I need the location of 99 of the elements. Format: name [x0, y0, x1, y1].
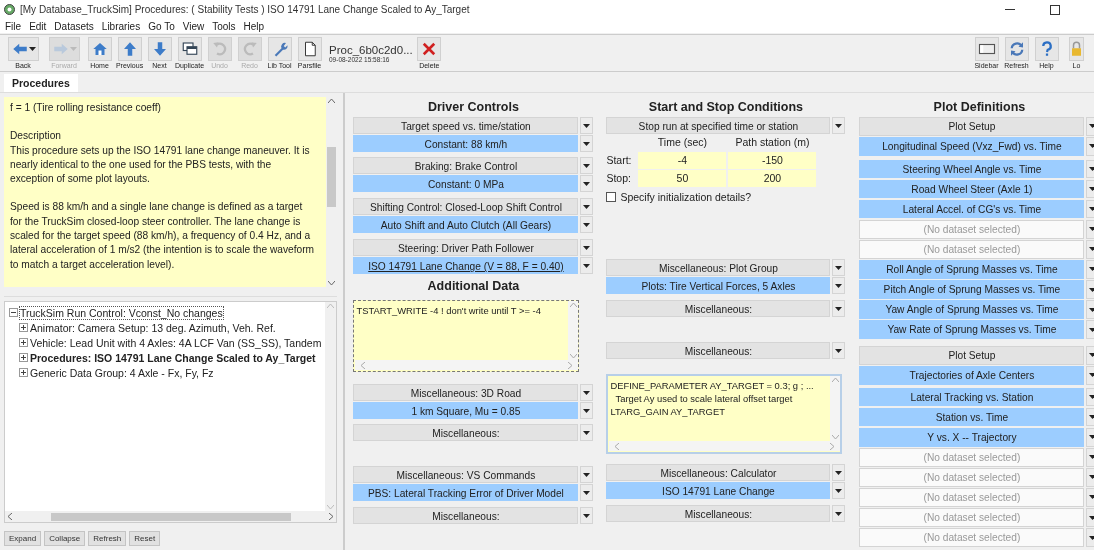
- dropdown-arrow-icon: [1089, 495, 1094, 500]
- expand-icon[interactable]: [19, 368, 28, 377]
- text-area[interactable]: TSTART_WRITE -4 ! don't write until T >= -4: [353, 300, 580, 372]
- dropdown-arrow-icon: [583, 141, 591, 146]
- dropdown-arrow-icon: [1089, 373, 1094, 378]
- window-title: [My Database_TruckSim] Procedures: ( Stability Tests ) ISO 14791 Lane Change Scaled to Ay_Target: [20, 4, 471, 15]
- dropdown-arrow-icon: [1089, 307, 1094, 312]
- maximize-icon[interactable]: [1050, 4, 1060, 15]
- dropdown-arrow-icon: [1089, 247, 1094, 252]
- dropdown-arrow-icon: [583, 222, 591, 227]
- dropdown-arrow-icon: [835, 470, 843, 475]
- dropdown-arrow-icon: [835, 265, 843, 270]
- dropdown-arrow-icon: [1089, 395, 1094, 399]
- caret-icon: [28, 47, 36, 51]
- input-field[interactable]: -4: [638, 152, 727, 169]
- section-heading: Start and Stop Conditions: [647, 99, 804, 116]
- dropdown-arrow-icon: [835, 283, 843, 288]
- dropdown-arrow-icon: [1089, 515, 1094, 520]
- dropdown-arrow-icon: [583, 245, 591, 250]
- input-field[interactable]: -150: [728, 152, 817, 169]
- tree-button[interactable]: Collapse: [44, 531, 86, 546]
- dropdown-arrow-icon: [583, 490, 591, 495]
- notes-text: Description This procedure sets up the ISO 14791 lane change maneuver. It is nearly identical to the one used for the PBS tests, with the exception of some plot layouts.: [10, 129, 311, 187]
- row-label: Start:: [606, 153, 633, 168]
- tree-item[interactable]: Vehicle: Lead Unit with 4 Axles: 4A LCF Van (SS_SS), Tandem: [30, 336, 322, 349]
- dropdown-arrow-icon: [1089, 167, 1094, 171]
- section-heading: Plot Definitions: [932, 99, 1027, 116]
- dropdown-arrow-icon: [835, 348, 843, 353]
- section-heading: Additional Data: [426, 278, 521, 295]
- expand-icon[interactable]: [19, 323, 28, 332]
- dropdown-arrow-icon: [1089, 287, 1094, 292]
- dropdown-arrow-icon: [583, 408, 591, 413]
- scrollbar[interactable]: [568, 301, 579, 360]
- dropdown-arrow-icon: [1089, 207, 1094, 212]
- tab[interactable]: Procedures: [4, 74, 78, 92]
- checkbox-icon[interactable]: [606, 191, 617, 202]
- scrollbar[interactable]: [5, 511, 337, 522]
- caret-icon: [69, 47, 77, 51]
- row-label: Stop:: [606, 171, 632, 186]
- menu-item[interactable]: Libraries: [101, 20, 141, 32]
- collapse-icon[interactable]: [9, 308, 18, 317]
- section-heading: Driver Controls: [426, 99, 520, 116]
- tree-item[interactable]: Procedures: ISO 14791 Lane Change Scaled to Ay_Target: [30, 351, 316, 364]
- menu-item[interactable]: Edit: [29, 20, 47, 32]
- dropdown-arrow-icon: [1089, 267, 1094, 272]
- dropdown-arrow-icon: [583, 513, 591, 518]
- dropdown-arrow-icon: [835, 511, 843, 516]
- dropdown-arrow-icon: [1089, 327, 1094, 332]
- tree-button[interactable]: Refresh: [88, 531, 127, 546]
- dropdown-arrow-icon: [583, 390, 591, 395]
- menu-item[interactable]: Go To: [148, 20, 175, 32]
- dropdown-arrow-icon: [1089, 415, 1094, 420]
- app-icon: [4, 4, 15, 15]
- dropdown-arrow-icon: [583, 181, 591, 186]
- tree-item[interactable]: Generic Data Group: 4 Axle - Fx, Fy, Fz: [30, 366, 214, 379]
- menu-item[interactable]: Tools: [212, 20, 236, 32]
- dropdown-arrow-icon: [1089, 227, 1094, 232]
- dropdown-arrow-icon: [583, 472, 591, 477]
- dropdown-arrow-icon: [1089, 144, 1094, 149]
- lock-icon: [1072, 40, 1081, 58]
- dropdown-arrow-icon: [583, 263, 591, 268]
- notes-text: Speed is 88 km/h and a single lane change is defined as a target for the TruckSim closed-loop steer controller. The lane change is scaled for the target speed (88 km/h), a frequency of 0.4 Hz, and a lateral acceleration of 1 m/s2 (the intention is to scale the waveform to match a target acceleration level).: [10, 200, 315, 272]
- expand-icon[interactable]: [19, 353, 28, 362]
- column-header: Time (sec): [656, 135, 709, 150]
- tree-item[interactable]: TruckSim Run Control: Vconst_No changes: [20, 306, 223, 319]
- menu-item[interactable]: Datasets: [54, 20, 94, 32]
- dropdown-arrow-icon: [583, 123, 591, 128]
- minimize-icon[interactable]: [1005, 8, 1015, 11]
- dropdown-arrow-icon: [583, 204, 591, 209]
- dataset-name: Proc_6b0c2d0...: [329, 43, 413, 56]
- scrollbar[interactable]: [609, 441, 841, 451]
- tree-button[interactable]: Expand: [4, 531, 42, 546]
- menu-item[interactable]: File: [5, 20, 22, 32]
- input-field[interactable]: 50: [638, 170, 727, 187]
- input-field[interactable]: 200: [728, 170, 817, 187]
- dropdown-arrow-icon: [1089, 187, 1094, 192]
- tree-button[interactable]: Reset: [129, 531, 161, 546]
- text-area[interactable]: DEFINE_PARAMETER AY_TARGET = 0.3; g ; ... Target Ay used to scale lateral offset target LTARG_GAIN AY_TARGET: [606, 374, 843, 454]
- dropdown-arrow-icon: [835, 488, 843, 493]
- column-header: Path station (m): [734, 135, 811, 150]
- expand-icon[interactable]: [19, 338, 28, 347]
- dropdown-arrow-icon: [1089, 455, 1094, 460]
- dropdown-arrow-icon: [583, 430, 591, 435]
- dropdown-arrow-icon: [1089, 435, 1094, 440]
- dropdown-arrow-icon: [1089, 124, 1094, 129]
- dropdown-arrow-icon: [835, 306, 843, 311]
- tree-item[interactable]: Animator: Camera Setup: 13 deg. Azimuth, Veh. Ref.: [30, 321, 276, 334]
- notes-text: f = 1 (Tire rolling resistance coeff): [10, 101, 162, 115]
- init-details-checkbox[interactable]: Specify initialization details?: [606, 188, 846, 205]
- menu-item[interactable]: Help: [243, 20, 265, 32]
- dropdown-arrow-icon: [583, 163, 591, 168]
- dropdown-arrow-icon: [1089, 475, 1094, 480]
- dropdown-arrow-icon: [1089, 353, 1094, 358]
- dropdown-arrow-icon: [835, 123, 843, 128]
- dropdown-arrow-icon: [1089, 535, 1094, 540]
- scrollbar[interactable]: [355, 360, 579, 370]
- scrollbar[interactable]: [830, 376, 841, 441]
- menu-item[interactable]: View: [182, 20, 205, 32]
- windows-icon: [180, 40, 199, 58]
